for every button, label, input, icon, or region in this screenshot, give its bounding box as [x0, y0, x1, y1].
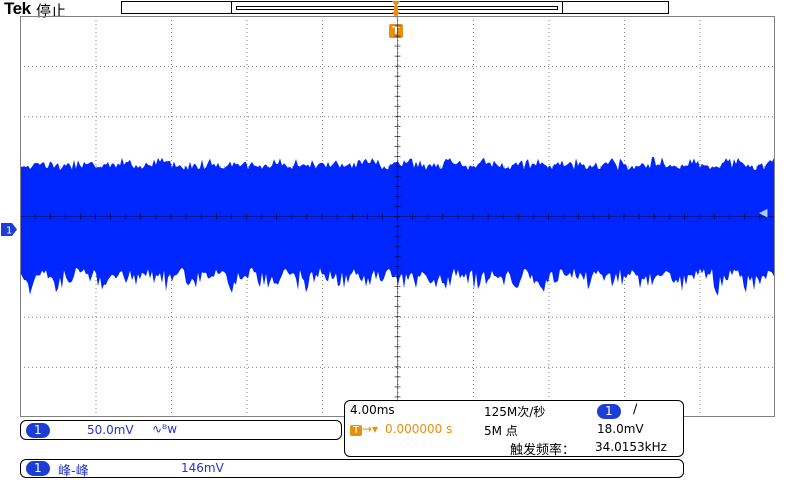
- measurement-panel[interactable]: 1 峰-峰 146mV: [20, 459, 684, 479]
- channel-badge: 1: [26, 423, 50, 438]
- trigger-level-arrow-icon: ◀: [759, 206, 768, 219]
- trigger-channel-badge: 1: [597, 404, 621, 419]
- trigger-frequency-label: 触发频率：: [510, 443, 576, 458]
- sample-rate: 125M次/秒: [484, 405, 546, 419]
- trigger-frequency-value: 34.0153kHz: [595, 440, 667, 454]
- trigger-slope-icon: ∕: [633, 402, 638, 417]
- graticule-border: [20, 16, 775, 417]
- record-length: 5M 点: [484, 424, 518, 438]
- channel-1-marker[interactable]: 1: [0, 222, 18, 237]
- trigger-delay-icon: T →▾: [350, 422, 378, 436]
- channel-marker-label: 1: [6, 226, 12, 237]
- time-per-div: 4.00ms: [350, 403, 395, 417]
- vertical-settings-panel[interactable]: 1 50.0mV ∿ᴮw: [20, 420, 342, 440]
- vertical-scale: 50.0mV: [87, 423, 134, 437]
- horizontal-trigger-panel[interactable]: 4.00ms 125M次/秒 1 ∕ T →▾ 0.000000 s 5M 点 1…: [344, 400, 684, 458]
- trigger-delay: 0.000000 s: [385, 422, 453, 436]
- trigger-level: 18.0mV: [597, 422, 644, 436]
- measurement-value: 146mV: [181, 461, 224, 475]
- measurement-name: 峰-峰: [58, 464, 89, 479]
- measurement-channel-badge: 1: [26, 461, 50, 476]
- bandwidth-coupling-icon: ∿ᴮw: [152, 422, 178, 436]
